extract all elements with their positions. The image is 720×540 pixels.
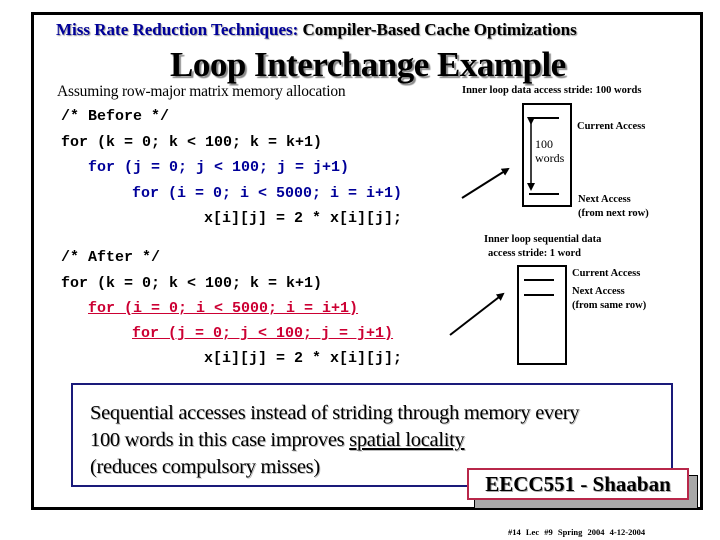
footer-badge: EECC551 - Shaaban (467, 468, 689, 500)
after-pointer-arrow (449, 292, 505, 336)
summary-emphasis: spatial locality (349, 429, 465, 451)
summary-line-1: Sequential accesses instead of striding … (90, 402, 580, 424)
summary-line-2: 100 words in this case improves spatial … (90, 427, 579, 454)
summary-line-2-prefix: 100 words in this case improves (90, 429, 350, 451)
slide-meta: #14 Lec #9 Spring 2004 4-12-2004 (508, 527, 646, 537)
before-pointer-arrow (461, 167, 510, 199)
course-label: EECC551 - Shaaban (485, 472, 671, 496)
